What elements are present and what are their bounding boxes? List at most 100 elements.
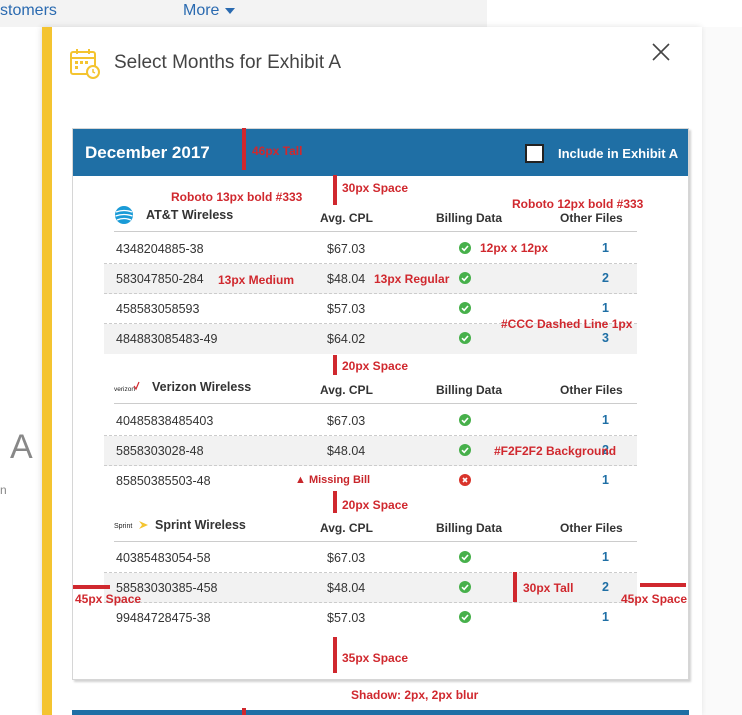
annotation-row-height: 30px Tall <box>523 581 574 595</box>
top-nav: stomers More <box>0 0 487 27</box>
annotation-marker <box>333 355 337 375</box>
check-icon <box>459 551 471 563</box>
carrier-name: AT&T Wireless <box>146 208 234 222</box>
carrier-name: Verizon Wireless <box>152 380 252 394</box>
account-number: 583047850-284 <box>116 272 204 286</box>
column-header-other-files: Other Files <box>560 521 623 535</box>
avg-cpl: $67.03 <box>327 551 366 565</box>
annotation-roboto-13: Roboto 13px bold #333 <box>171 190 303 204</box>
annotation-space-20: 20px Space <box>342 359 409 373</box>
table-row: 4348204885-38 $67.03 1 <box>104 234 637 264</box>
annotation-marker <box>73 585 110 589</box>
calendar-icon <box>70 49 100 79</box>
check-icon <box>459 272 471 284</box>
annotation-background-color: #F2F2F2 Background <box>494 444 617 458</box>
sprint-logo: Sprint <box>114 521 148 530</box>
background-panel <box>697 27 742 715</box>
annotation-icon-size: 12px x 12px <box>480 241 549 255</box>
background-text: n <box>0 483 7 497</box>
annotation-header-height: 46px Tall <box>252 144 303 158</box>
other-files-link[interactable]: 1 <box>602 413 609 427</box>
table-row: 99484728475-38 $57.03 1 <box>104 603 637 633</box>
check-icon <box>459 332 471 344</box>
annotation-space-35: 35px Space <box>342 651 409 665</box>
account-number: 5858303028-48 <box>116 444 204 458</box>
table-row: 40485838485403 $67.03 1 <box>104 406 637 436</box>
column-header-cpl: Avg. CPL <box>320 521 373 535</box>
svg-text:verizon: verizon <box>114 386 135 393</box>
annotation-marker <box>333 175 337 205</box>
account-number: 40385483054-58 <box>116 551 211 565</box>
other-files-link[interactable]: 1 <box>602 610 609 624</box>
missing-bill-warning: ▲ Missing Bill <box>295 474 370 486</box>
annotation-marker <box>333 637 337 673</box>
month-card-header: December 2017 Include in Exhibit A <box>73 129 688 176</box>
column-header-billing: Billing Data <box>436 383 503 397</box>
check-icon <box>459 414 471 426</box>
account-number: 99484728475-38 <box>116 611 211 625</box>
close-icon[interactable] <box>650 41 672 63</box>
modal-title: Select Months for Exhibit A <box>114 52 342 73</box>
avg-cpl: $48.04 <box>327 272 366 286</box>
check-icon <box>459 611 471 623</box>
verizon-logo: verizon <box>114 381 140 393</box>
account-number: 4348204885-38 <box>116 242 204 256</box>
modal-accent-bar <box>42 27 52 715</box>
column-header-other-files: Other Files <box>560 211 623 225</box>
avg-cpl: $48.04 <box>327 444 366 458</box>
annotation-shadow: Shadow: 2px, 2px blur <box>351 688 479 702</box>
annotation-space-45-right: 45px Space <box>621 592 688 606</box>
carrier-header-verizon: verizon Verizon Wireless Avg. CPL Billin… <box>114 377 637 404</box>
check-icon <box>459 242 471 254</box>
table-row: 85850385503-48 ▲ Missing Bill 1 <box>104 466 637 496</box>
annotation-marker <box>242 708 246 715</box>
column-header-other-files: Other Files <box>560 383 623 397</box>
other-files-link[interactable]: 2 <box>602 271 609 285</box>
annotation-marker <box>640 583 686 587</box>
account-number: 484883085483-49 <box>116 332 218 346</box>
other-files-link[interactable]: 2 <box>602 580 609 594</box>
other-files-link[interactable]: 3 <box>602 331 609 345</box>
nav-link-customers[interactable]: stomers <box>0 2 57 20</box>
column-header-billing: Billing Data <box>436 211 503 225</box>
annotation-marker <box>333 491 337 513</box>
avg-cpl: $48.04 <box>327 581 366 595</box>
avg-cpl: $57.03 <box>327 302 366 316</box>
table-row: 40385483054-58 $67.03 1 <box>104 543 637 573</box>
other-files-link[interactable]: 1 <box>602 550 609 564</box>
att-logo <box>115 206 133 224</box>
carrier-header-sprint: Sprint Sprint Wireless Avg. CPL Billing … <box>114 515 637 542</box>
warning-icon: ▲ <box>295 474 309 486</box>
avg-cpl: $57.03 <box>327 611 366 625</box>
column-header-billing: Billing Data <box>436 521 503 535</box>
account-number: 458583058593 <box>116 302 200 316</box>
avg-cpl: $67.03 <box>327 414 366 428</box>
annotation-marker <box>513 572 517 602</box>
screen: stomers More A n Select Months for Exhib… <box>0 0 742 715</box>
other-files-link[interactable]: 1 <box>602 473 609 487</box>
annotation-roboto-12: Roboto 12px bold #333 <box>512 197 644 211</box>
background-heading: A <box>10 428 33 466</box>
annotation-space-20: 20px Space <box>342 498 409 512</box>
avg-cpl: $64.02 <box>327 332 366 346</box>
error-icon <box>459 474 471 486</box>
account-number: 85850385503-48 <box>116 474 211 488</box>
chevron-down-icon <box>225 7 236 14</box>
annotation-space-30: 30px Space <box>342 181 409 195</box>
nav-more-menu[interactable]: More <box>183 2 236 20</box>
month-title: December 2017 <box>85 143 210 162</box>
annotation-medium-13: 13px Medium <box>218 273 295 287</box>
other-files-link[interactable]: 1 <box>602 241 609 255</box>
column-header-cpl: Avg. CPL <box>320 211 373 225</box>
avg-cpl: $67.03 <box>327 242 366 256</box>
next-month-card-header <box>72 710 689 715</box>
annotation-regular-13: 13px Regular <box>374 272 450 286</box>
table-row: 583047850-284 $48.04 2 <box>104 264 637 294</box>
account-number: 40485838485403 <box>116 414 214 428</box>
check-icon <box>459 302 471 314</box>
annotation-dashed-line: #CCC Dashed Line 1px <box>501 317 633 331</box>
include-exhibit-checkbox[interactable] <box>525 144 544 163</box>
column-header-cpl: Avg. CPL <box>320 383 373 397</box>
svg-text:Sprint: Sprint <box>114 523 132 530</box>
other-files-link[interactable]: 1 <box>602 301 609 315</box>
